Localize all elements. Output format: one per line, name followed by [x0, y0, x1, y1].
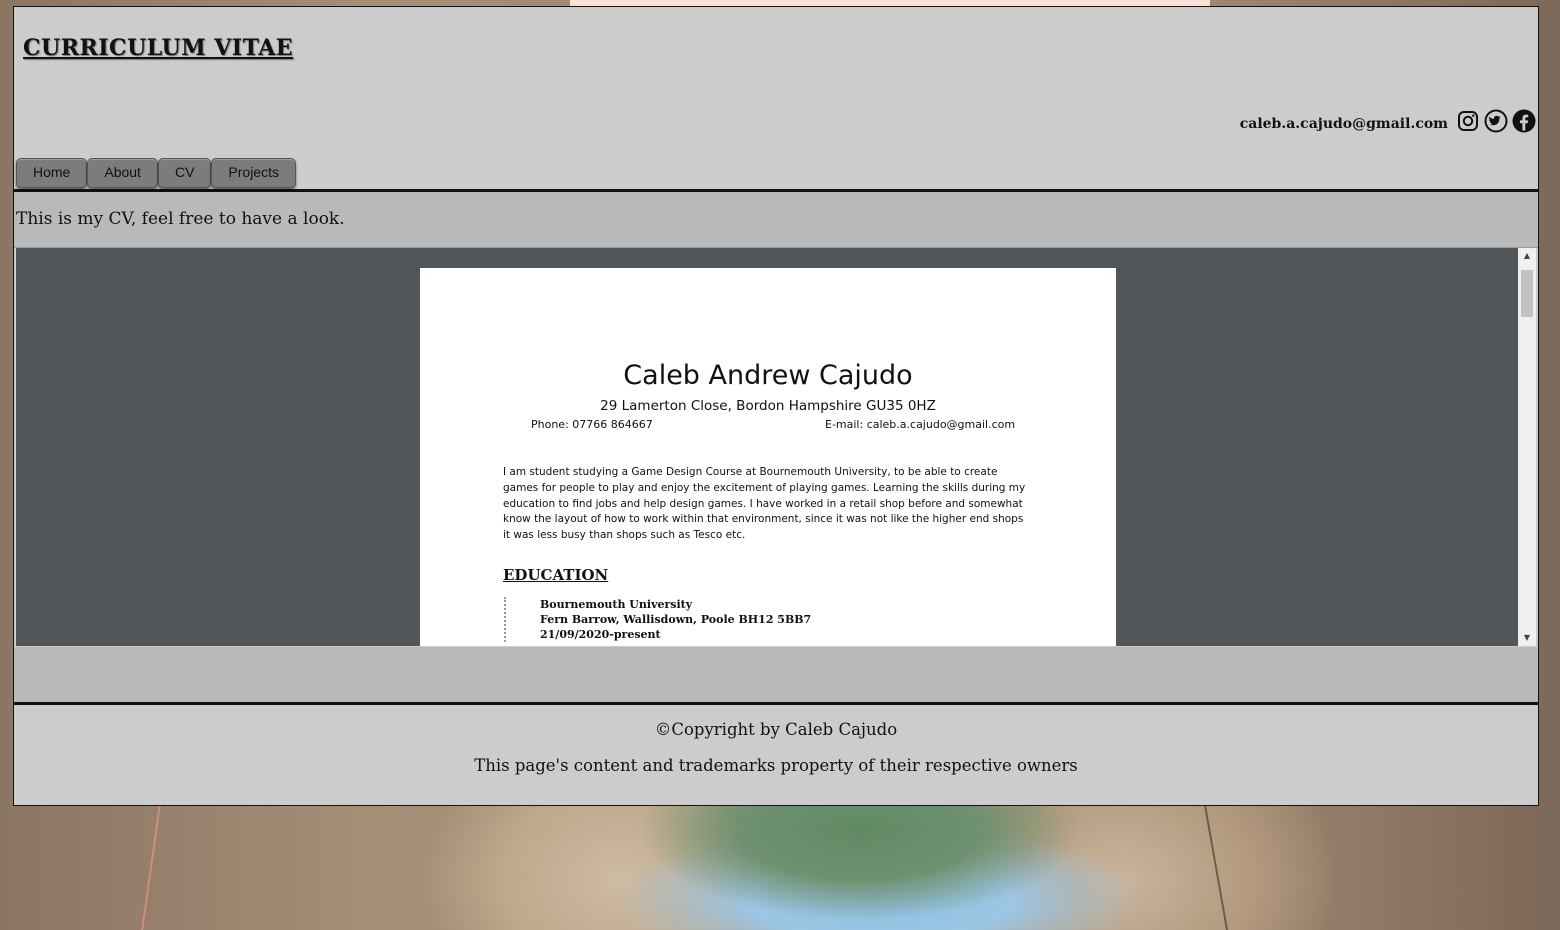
- cv-document-page: Caleb Andrew Cajudo 29 Lamerton Close, B…: [420, 268, 1116, 646]
- nav-home-button[interactable]: Home: [16, 158, 88, 188]
- cv-education-heading: EDUCATION: [503, 566, 609, 584]
- pdf-viewer[interactable]: Caleb Andrew Cajudo 29 Lamerton Close, B…: [16, 248, 1536, 646]
- cv-phone: Phone: 07766 864667: [531, 418, 653, 431]
- site-footer: ©Copyright by Caleb Cajudo This page's c…: [14, 705, 1538, 805]
- viewer-scrollbar[interactable]: ▲ ▼: [1518, 248, 1536, 646]
- cv-address: 29 Lamerton Close, Bordon Hampshire GU35…: [600, 398, 936, 414]
- content-bottom-band: [14, 647, 1538, 705]
- cv-email: E-mail: caleb.a.cajudo@gmail.com: [825, 418, 1016, 431]
- twitter-icon[interactable]: [1484, 109, 1508, 133]
- cv-education-school: Bournemouth University: [540, 598, 693, 611]
- scroll-down-arrow-icon[interactable]: ▼: [1518, 630, 1536, 646]
- footer-copyright: ©Copyright by Caleb Cajudo: [654, 720, 898, 739]
- contact-email: caleb.a.cajudo@gmail.com: [1239, 116, 1448, 132]
- background-decoration: [1203, 805, 1269, 930]
- cv-education-entry: Bournemouth University Fern Barrow, Wall…: [504, 597, 811, 642]
- main-nav: Home About CV Projects: [16, 158, 296, 188]
- site-title: CURRICULUM VITAE: [23, 35, 294, 61]
- nav-projects-button[interactable]: Projects: [211, 158, 296, 188]
- cv-education-address: Fern Barrow, Wallisdown, Poole BH12 5BB7: [540, 613, 812, 626]
- instagram-icon[interactable]: [1456, 109, 1480, 133]
- cv-name: Caleb Andrew Cajudo: [623, 360, 913, 391]
- contact-bar: caleb.a.cajudo@gmail.com: [1240, 109, 1536, 133]
- scroll-thumb[interactable]: [1521, 270, 1533, 317]
- footer-note: This page's content and trademarks prope…: [474, 756, 1078, 775]
- nav-cv-button[interactable]: CV: [157, 158, 212, 188]
- site-header: CURRICULUM VITAE caleb.a.cajudo@gmail.co…: [14, 7, 1538, 192]
- cv-education-dates: 21/09/2020-present: [540, 628, 661, 641]
- page-container: CURRICULUM VITAE caleb.a.cajudo@gmail.co…: [13, 6, 1539, 806]
- intro-text: This is my CV, feel free to have a look.: [16, 209, 345, 229]
- nav-about-button[interactable]: About: [87, 158, 158, 188]
- cv-summary: I am student studying a Game Design Cour…: [503, 466, 1026, 542]
- scroll-up-arrow-icon[interactable]: ▲: [1518, 248, 1536, 264]
- facebook-icon[interactable]: [1512, 109, 1536, 133]
- background-decoration: [141, 805, 201, 930]
- intro-section: This is my CV, feel free to have a look.: [14, 192, 1538, 248]
